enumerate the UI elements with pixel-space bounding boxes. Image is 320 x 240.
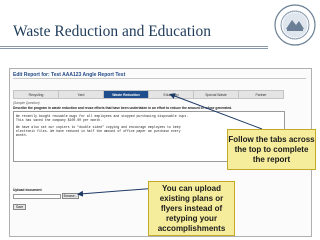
arrow-to-tabs — [169, 93, 263, 130]
arrow-to-upload — [77, 187, 159, 197]
tabs-callout: Follow the tabs across the top to comple… — [227, 129, 316, 170]
upload-callout: You can upload existing plans or flyers … — [148, 181, 235, 236]
